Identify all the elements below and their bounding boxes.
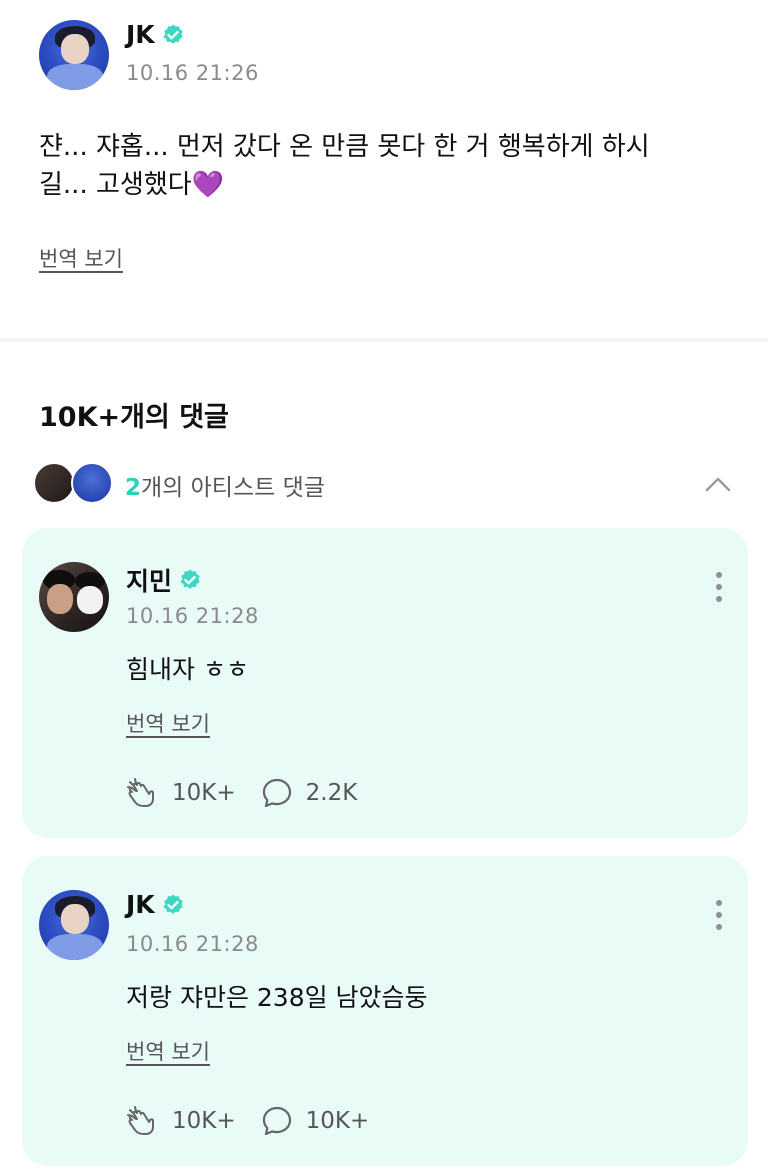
- speech-bubble-icon: [262, 778, 291, 808]
- post-timestamp: 10.16 21:26: [126, 61, 259, 85]
- reply-count: 2.2K: [305, 780, 358, 806]
- verified-badge-icon: [162, 24, 183, 44]
- comment-author-avatar[interactable]: [39, 562, 109, 632]
- comments-count-title: 10K+개의 댓글: [39, 402, 229, 433]
- more-vertical-icon[interactable]: [714, 572, 724, 606]
- comment-stats: 10K+ 10K+: [126, 1104, 393, 1138]
- comment-text: 저랑 쟈만은 238일 남았슴둥: [126, 983, 428, 1012]
- artist-avatar-jimin: [33, 462, 75, 504]
- comment-author-name[interactable]: JK: [126, 890, 155, 919]
- post-body-line1: 쟌... 쟈홉... 먼저 갔다 온 만큼 못다 한 거 행복하게 하시: [39, 132, 650, 162]
- post-author-name[interactable]: JK: [126, 20, 155, 49]
- comment-translate-link[interactable]: 번역 보기: [126, 708, 210, 738]
- artist-comments-label: 2개의 아티스트 댓글: [125, 468, 325, 502]
- comment-timestamp: 10.16 21:28: [126, 604, 259, 628]
- comment-stats: 10K+ 2.2K: [126, 776, 381, 810]
- post-author-row: JK: [126, 20, 185, 49]
- purple-heart-emoji: 💜: [191, 170, 225, 200]
- artist-avatar-jk: [71, 462, 113, 504]
- artist-comments-toggle[interactable]: 2개의 아티스트 댓글: [33, 460, 743, 508]
- comment-translate-link[interactable]: 번역 보기: [126, 1036, 210, 1066]
- reply-button[interactable]: 10K+: [260, 1104, 370, 1138]
- artist-avatars: [33, 462, 113, 506]
- comment-author-avatar[interactable]: [39, 890, 109, 960]
- speech-bubble-icon: [262, 1106, 291, 1136]
- artist-comment-card: 지민 10.16 21:28 힘내자 ㅎㅎ 번역 보기 10K+ 2.2K: [22, 528, 748, 838]
- artist-comments-count: 2: [125, 475, 142, 501]
- section-divider: [0, 338, 768, 342]
- like-count: 10K+: [172, 780, 236, 806]
- comment-timestamp: 10.16 21:28: [126, 932, 259, 956]
- comment-author-row: JK: [126, 890, 185, 919]
- reply-count: 10K+: [305, 1108, 370, 1134]
- post-author-avatar[interactable]: [39, 20, 109, 90]
- post: JK 10.16 21:26 쟌... 쟈홉... 먼저 갔다 온 만큼 못다 …: [0, 0, 768, 338]
- like-count: 10K+: [172, 1108, 236, 1134]
- cheer-hand-icon: [127, 778, 154, 807]
- artist-comments-text: 개의 아티스트 댓글: [141, 475, 325, 501]
- comment-author-row: 지민: [126, 562, 202, 598]
- more-vertical-icon[interactable]: [714, 900, 724, 934]
- post-translate-link[interactable]: 번역 보기: [39, 243, 123, 273]
- chevron-up-icon[interactable]: [705, 472, 731, 498]
- like-button[interactable]: 10K+: [126, 1104, 236, 1138]
- reply-button[interactable]: 2.2K: [260, 776, 358, 810]
- comment-author-name[interactable]: 지민: [126, 562, 172, 598]
- cheer-hand-icon: [127, 1106, 154, 1135]
- verified-badge-icon: [180, 569, 200, 589]
- post-body: 쟌... 쟈홉... 먼저 갔다 온 만큼 못다 한 거 행복하게 하시 길..…: [39, 128, 719, 204]
- like-button[interactable]: 10K+: [126, 776, 236, 810]
- comment-text: 힘내자 ㅎㅎ: [126, 655, 249, 684]
- post-body-line2: 길... 고생했다: [39, 170, 192, 200]
- artist-comment-card: JK 10.16 21:28 저랑 쟈만은 238일 남았슴둥 번역 보기 10…: [22, 856, 748, 1166]
- verified-badge-icon: [162, 894, 183, 914]
